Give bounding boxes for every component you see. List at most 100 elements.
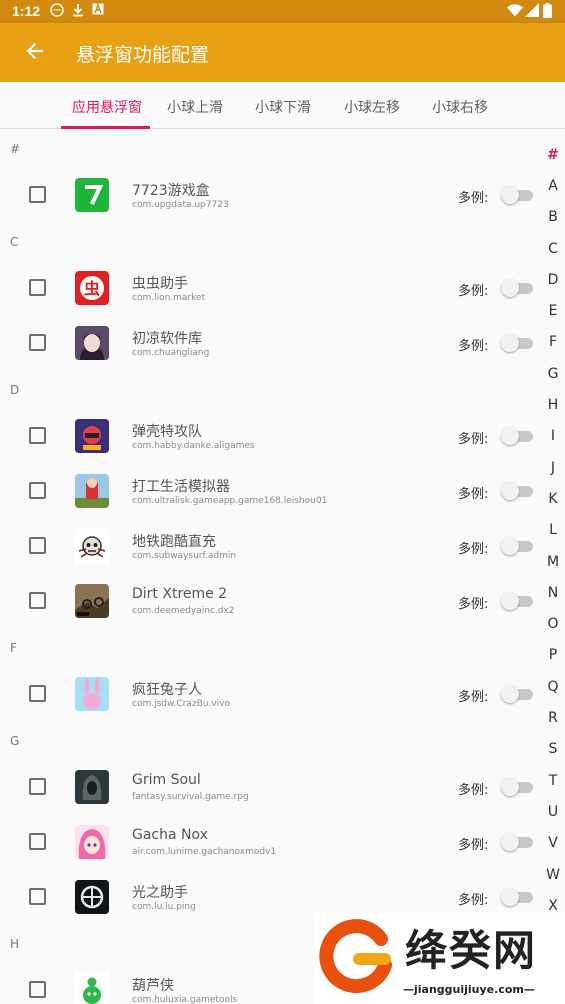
select-checkbox[interactable] <box>29 833 46 850</box>
multi-label: 多例: <box>458 893 489 908</box>
tab-ball-move-left[interactable]: 小球左移 <box>344 97 400 117</box>
index-letter[interactable]: B <box>541 209 565 225</box>
index-letter[interactable]: J <box>541 460 565 476</box>
select-checkbox[interactable] <box>29 592 46 609</box>
multi-toggle[interactable] <box>501 535 533 557</box>
app-name: 地铁跑酷直充 <box>132 534 216 550</box>
multi-label: 多例: <box>458 284 489 299</box>
index-letter[interactable]: M <box>541 554 565 570</box>
app-light-helper-icon <box>75 880 109 914</box>
select-checkbox[interactable] <box>29 981 46 998</box>
multi-label: 多例: <box>458 191 489 206</box>
index-letter[interactable]: A <box>541 178 565 194</box>
index-letter[interactable]: G <box>541 366 565 382</box>
status-bar: 1:12 <box>0 0 565 23</box>
list-item[interactable]: Dirt Xtreme 2 com.deemedyainc.dx2 多例: <box>0 573 540 628</box>
watermark-name: 绛癸网 <box>405 926 538 975</box>
index-letter[interactable]: Q <box>541 679 565 695</box>
section-header-c: C <box>10 235 19 249</box>
multi-toggle[interactable] <box>501 480 533 502</box>
multi-toggle[interactable] <box>501 277 533 299</box>
multi-toggle[interactable] <box>501 776 533 798</box>
index-letter[interactable]: P <box>541 647 565 663</box>
tab-ball-move-right[interactable]: 小球右移 <box>432 97 488 117</box>
index-letter-hash[interactable]: # <box>541 147 565 163</box>
tab-ball-swipe-up[interactable]: 小球上滑 <box>167 97 223 117</box>
multi-toggle[interactable] <box>501 332 533 354</box>
app-dagong-icon <box>75 474 109 508</box>
app-package: com.lion.market <box>132 293 206 303</box>
tab-app-float[interactable]: 应用悬浮窗 <box>72 97 142 117</box>
list-item[interactable]: 弹壳特攻队 com.habby.danke.aligames 多例: <box>0 408 540 463</box>
index-letter[interactable]: I <box>541 428 565 444</box>
index-letter[interactable]: D <box>541 272 565 288</box>
index-letter[interactable]: O <box>541 616 565 632</box>
multi-label: 多例: <box>458 783 489 798</box>
index-letter[interactable]: L <box>541 522 565 538</box>
arrow-left-icon[interactable] <box>20 36 50 66</box>
index-letter[interactable]: U <box>541 804 565 820</box>
select-checkbox[interactable] <box>29 888 46 905</box>
select-checkbox[interactable] <box>29 334 46 351</box>
select-checkbox[interactable] <box>29 279 46 296</box>
section-header-g: G <box>10 734 20 748</box>
list-item[interactable]: Grim Soul fantasy.survival.game.rpg 多例: <box>0 759 540 814</box>
multi-label: 多例: <box>458 487 489 502</box>
index-letter[interactable]: K <box>541 491 565 507</box>
app-package: com.jsdw.CrazBu.vivo <box>132 699 231 709</box>
multi-toggle[interactable] <box>501 886 533 908</box>
list-item[interactable]: 地铁跑酷直充 com.subwaysurf.admin 多例: <box>0 518 540 573</box>
app-name: 弹壳特攻队 <box>132 424 202 440</box>
tab-ball-swipe-down[interactable]: 小球下滑 <box>255 97 311 117</box>
select-checkbox[interactable] <box>29 186 46 203</box>
list-item[interactable]: 初凉软件库 com.chuangliang 多例: <box>0 315 540 370</box>
index-letter[interactable]: V <box>541 835 565 851</box>
section-header-h: H <box>10 937 20 951</box>
section-header-f: F <box>10 641 17 655</box>
app-package: com.habby.danke.aligames <box>132 441 255 451</box>
index-letter[interactable]: R <box>541 710 565 726</box>
app-package: com.subwaysurf.admin <box>132 551 237 561</box>
select-checkbox[interactable] <box>29 685 46 702</box>
app-crazy-bunny-icon <box>75 677 109 711</box>
index-letter[interactable]: H <box>541 397 565 413</box>
section-header-d: D <box>10 383 20 397</box>
multi-toggle[interactable] <box>501 683 533 705</box>
index-letter[interactable]: X <box>541 898 565 914</box>
index-letter[interactable]: E <box>541 303 565 319</box>
app-chuangliang-icon <box>75 326 109 360</box>
index-letter[interactable]: W <box>541 867 565 883</box>
multi-label: 多例: <box>458 838 489 853</box>
select-checkbox[interactable] <box>29 778 46 795</box>
multi-label: 多例: <box>458 542 489 557</box>
app-package: air.com.lunime.gachanoxmodv1 <box>132 847 277 857</box>
section-header-hash: # <box>10 142 21 156</box>
index-letter[interactable]: F <box>541 334 565 350</box>
select-checkbox[interactable] <box>29 427 46 444</box>
app-name: 打工生活模拟器 <box>132 479 230 495</box>
index-letter[interactable]: N <box>541 585 565 601</box>
list-item[interactable]: 打工生活模拟器 com.ultralisk.gameapp.game168.le… <box>0 463 540 518</box>
index-letter[interactable]: T <box>541 773 565 789</box>
app-dirt-xtreme-icon <box>75 584 109 618</box>
select-checkbox[interactable] <box>29 482 46 499</box>
app-name: Grim Soul <box>132 772 201 788</box>
chat-icon <box>50 3 64 21</box>
list-item[interactable]: 疯狂兔子人 com.jsdw.CrazBu.vivo 多例: <box>0 666 540 721</box>
app-name: 葫芦侠 <box>132 978 174 994</box>
watermark-logo-icon <box>319 919 395 995</box>
tab-indicator <box>61 126 150 129</box>
multi-toggle[interactable] <box>501 590 533 612</box>
index-letter[interactable]: S <box>541 741 565 757</box>
select-checkbox[interactable] <box>29 537 46 554</box>
multi-toggle[interactable] <box>501 831 533 853</box>
watermark-domain: —jiangguijiuye.com— <box>403 983 535 996</box>
list-item[interactable]: Gacha Nox air.com.lunime.gachanoxmodv1 多… <box>0 814 540 869</box>
app-package: com.huluxia.gametools <box>132 995 238 1004</box>
multi-toggle[interactable] <box>501 425 533 447</box>
app-package: com.deemedyainc.dx2 <box>132 606 235 616</box>
multi-toggle[interactable] <box>501 184 533 206</box>
list-item[interactable]: 7723游戏盒 com.upgdata.up7723 多例: <box>0 167 540 222</box>
list-item[interactable]: 虫 虫虫助手 com.lion.market 多例: <box>0 260 540 315</box>
index-letter[interactable]: C <box>541 241 565 257</box>
